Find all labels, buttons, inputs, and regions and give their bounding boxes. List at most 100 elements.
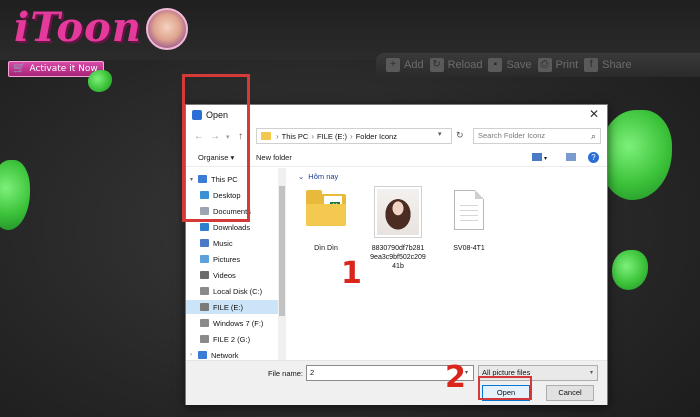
nav-label: Music: [213, 238, 233, 248]
cancel-button[interactable]: Cancel: [546, 385, 594, 401]
nav-item-downloads[interactable]: Downloads: [200, 220, 284, 234]
green-splash-top: [88, 70, 112, 92]
nav-label: FILE 2 (G:): [213, 334, 251, 344]
toolbar-print-label: Print: [555, 59, 579, 71]
reload-icon: ↻: [429, 58, 444, 72]
nav-label: Network: [211, 350, 239, 360]
pictures-icon: [200, 255, 209, 263]
document-icon[interactable]: [454, 190, 484, 230]
address-chevron-down-icon[interactable]: ▾: [438, 130, 442, 138]
toolbar-reload-label: Reload: [447, 59, 483, 71]
toolbar-add-button[interactable]: + Add: [386, 58, 424, 72]
file-name-value: 2: [310, 368, 315, 377]
file-name-line: 8830790df7b281: [371, 245, 425, 252]
file-name: Dìn Dìn: [314, 245, 338, 252]
green-splash-bottom-right: [612, 250, 648, 290]
search-icon: ⌕: [590, 131, 596, 141]
file-item-image[interactable]: 8830790df7b281 9ea3c9bf502c209 41b: [368, 244, 428, 271]
file-type-chevron-down-icon: ▾: [589, 370, 593, 376]
dialog-footer: File name: 2 ▾ All picture files ▾ Open …: [186, 361, 607, 405]
search-input[interactable]: Search Folder Iconz ⌕: [473, 128, 601, 144]
drive-icon: [200, 303, 209, 311]
green-splash-right: [600, 110, 672, 200]
cart-icon: 🛒: [13, 63, 26, 74]
close-icon[interactable]: ✕: [589, 107, 599, 121]
group-header-label: Hôm nay: [308, 172, 339, 181]
videos-icon: [200, 271, 209, 279]
drive-icon: [200, 287, 209, 295]
drive-icon: [200, 335, 209, 343]
green-splash-left: [0, 160, 30, 230]
toolbar-share-button[interactable]: f Share: [584, 58, 632, 72]
nav-item-file-2-g[interactable]: FILE 2 (G:): [200, 332, 284, 346]
step-2-label: 2: [445, 360, 466, 395]
toolbar-save-button[interactable]: ▪ Save: [488, 58, 532, 72]
folder-front: [306, 204, 346, 226]
breadcrumb-file-e[interactable]: FILE (E:): [317, 132, 347, 141]
nav-item-windows-7-f[interactable]: Windows 7 (F:): [200, 316, 284, 330]
file-item-sv08-4t1[interactable]: SV08-4T1: [438, 244, 500, 253]
nav-scrollbar-thumb[interactable]: [279, 186, 285, 316]
nav-item-pictures[interactable]: Pictures: [200, 252, 284, 266]
toolbar-share-label: Share: [602, 59, 632, 71]
file-name: SV08-4T1: [453, 245, 485, 252]
toolbar-add-label: Add: [404, 59, 424, 71]
file-item-din-din[interactable]: Dìn Dìn: [296, 244, 356, 253]
view-chevron-down-icon[interactable]: ▾: [544, 155, 547, 162]
save-icon: ▪: [488, 58, 503, 72]
chevron-right-icon: ›: [276, 131, 279, 141]
nav-item-file-e[interactable]: FILE (E:): [186, 300, 284, 314]
nav-label: Videos: [213, 270, 236, 280]
preview-pane-icon[interactable]: [566, 153, 576, 161]
file-name-line: 9ea3c9bf502c209: [370, 254, 426, 261]
itoon-logo: iToon: [14, 4, 142, 51]
music-icon: [200, 239, 209, 247]
file-name-label: File name:: [268, 369, 304, 378]
nav-label: Local Disk (C:): [213, 286, 263, 296]
step-1-label: 1: [341, 256, 362, 291]
file-name-line: 41b: [392, 263, 404, 270]
document-line: [460, 205, 478, 206]
image-thumbnail[interactable]: [374, 186, 422, 238]
highlight-open-button: [478, 376, 532, 400]
document-fold: [475, 190, 484, 199]
help-icon[interactable]: ?: [588, 152, 599, 163]
highlight-selected-image: [182, 74, 250, 222]
address-bar[interactable]: › This PC › FILE (E:) › Folder Iconz: [256, 128, 452, 144]
breadcrumb-this-pc[interactable]: This PC: [282, 132, 309, 141]
nav-item-videos[interactable]: Videos: [200, 268, 284, 282]
facebook-icon: f: [584, 58, 599, 72]
document-line: [460, 220, 478, 221]
nav-label: FILE (E:): [213, 302, 244, 312]
toolbar-save-label: Save: [506, 59, 532, 71]
group-chevron-down-icon: ⌄: [298, 172, 305, 181]
nav-item-music[interactable]: Music: [200, 236, 284, 250]
print-icon: ⎙: [537, 58, 552, 72]
app-toolbar: + Add ↻ Reload ▪ Save ⎙ Print f Share: [376, 53, 700, 77]
chevron-right-icon: ›: [311, 131, 315, 141]
folder-icon[interactable]: X: [306, 190, 346, 226]
expand-chevron-icon[interactable]: ›: [190, 352, 192, 358]
logo-avatar-icon: [146, 8, 188, 50]
chevron-right-icon: ›: [350, 131, 353, 141]
nav-scrollbar[interactable]: [278, 168, 286, 360]
folder-icon: [261, 132, 271, 140]
nav-label: Windows 7 (F:): [213, 318, 264, 328]
network-icon: [198, 351, 207, 359]
document-line: [460, 210, 478, 211]
refresh-icon[interactable]: ↻: [456, 130, 464, 141]
search-placeholder: Search Folder Iconz: [478, 131, 546, 140]
nav-label: Pictures: [213, 254, 241, 264]
new-folder-button[interactable]: New folder: [256, 153, 292, 162]
document-line: [460, 215, 478, 216]
nav-item-local-disk-c[interactable]: Local Disk (C:): [200, 284, 284, 298]
group-header-today[interactable]: ⌄ Hôm nay: [298, 172, 338, 181]
photo-preview: [377, 189, 419, 235]
drive-icon: [200, 319, 209, 327]
toolbar-reload-button[interactable]: ↻ Reload: [429, 58, 483, 72]
file-list: ⌄ Hôm nay X Dìn Dìn 8830790df7b281 9ea3c…: [288, 168, 606, 360]
view-options-icon[interactable]: [532, 153, 542, 161]
add-photo-icon: +: [386, 58, 400, 72]
breadcrumb-folder-iconz[interactable]: Folder Iconz: [356, 132, 397, 141]
toolbar-print-button[interactable]: ⎙ Print: [537, 58, 579, 72]
